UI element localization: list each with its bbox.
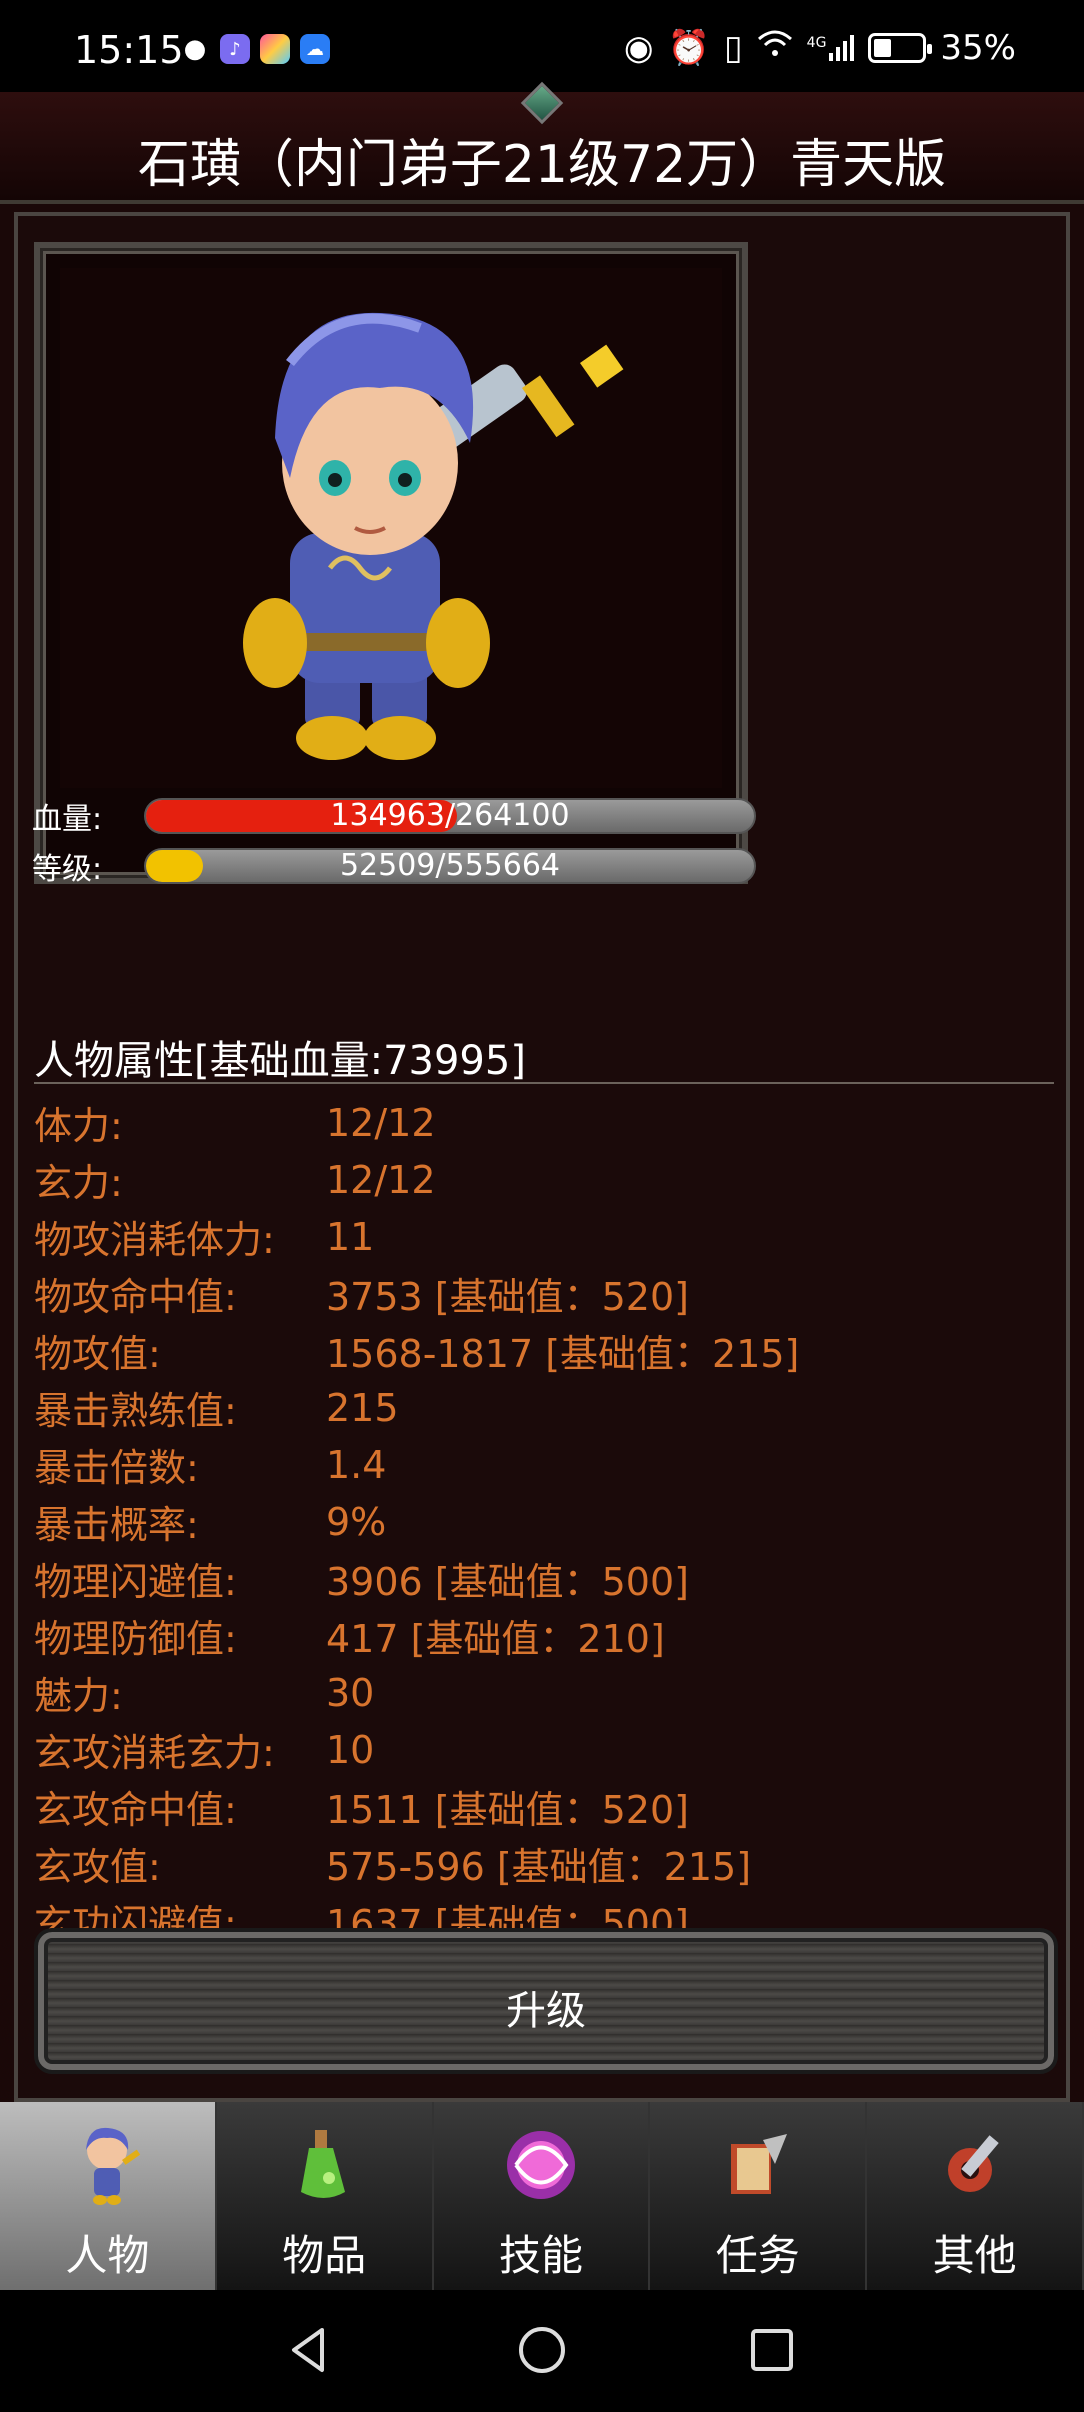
battery-percent: 35% <box>940 28 1016 68</box>
upgrade-button-label: 升级 <box>506 1988 586 2034</box>
attribute-name: 物攻值: <box>34 1332 161 1376</box>
system-navigation-bar <box>0 2290 1084 2412</box>
attribute-row: 物攻消耗体力: 11 <box>34 1208 1054 1265</box>
attribute-value: 12/12 <box>326 1157 436 1202</box>
attribute-name: 玄攻值: <box>34 1845 161 1889</box>
recents-icon[interactable] <box>742 2320 802 2380</box>
attribute-row: 玄攻消耗玄力: 10 <box>34 1721 1054 1778</box>
attribute-row: 物攻值: 1568-1817 [基础值：215] <box>34 1322 1054 1379</box>
attribute-name: 体力: <box>34 1104 123 1148</box>
tab-wrench-gear[interactable]: 其他 <box>867 2102 1084 2290</box>
attribute-row: 体力: 12/12 <box>34 1094 1054 1151</box>
attribute-name: 物理闪避值: <box>34 1560 237 1604</box>
tab-label: 任务 <box>715 2231 800 2280</box>
attribute-row: 暴击倍数: 1.4 <box>34 1436 1054 1493</box>
game-screen: 石璜（内门弟子21级72万）青天版 血量: 134963/264100 等级: … <box>0 81 1084 2102</box>
alarm-icon: ⏰ <box>667 28 710 68</box>
bottom-tab-bar: 人物 物品 技能 任务 其他 <box>0 2102 1084 2290</box>
attribute-value: 1568-1817 [基础值：215] <box>326 1332 800 1376</box>
attribute-name: 暴击熟练值: <box>34 1389 237 1433</box>
music-app-icon: ♪ <box>220 34 250 64</box>
character-panel: 血量: 134963/264100 等级: 52509/555664 人物属性[… <box>14 212 1070 2102</box>
weather-app-icon: ☁ <box>300 34 330 64</box>
home-icon[interactable] <box>512 2320 572 2380</box>
attribute-row: 物理闪避值: 3906 [基础值：500] <box>34 1550 1054 1607</box>
gallery-app-icon <box>260 34 290 64</box>
title-bar: 石璜（内门弟子21级72万）青天版 <box>0 81 1084 204</box>
status-bar: 15:15 ● ♪ ☁ ◉ ⏰ ▯ 4G 35% <box>0 0 1084 92</box>
attribute-row: 玄攻值: 575-596 [基础值：215] <box>34 1835 1054 1892</box>
notification-icons: ● ♪ ☁ <box>180 34 330 64</box>
hp-bar: 134963/264100 <box>144 798 756 834</box>
attribute-value: 11 <box>326 1214 375 1259</box>
level-bar-row: 等级: 52509/555664 <box>32 846 756 887</box>
attribute-row: 物理防御值: 417 [基础值：210] <box>34 1607 1054 1664</box>
tab-character[interactable]: 人物 <box>0 2102 217 2290</box>
attribute-name: 物理防御值: <box>34 1617 237 1661</box>
upgrade-button[interactable]: 升级 <box>34 1928 1058 2074</box>
tab-label: 技能 <box>498 2231 583 2280</box>
character-portrait <box>60 268 722 788</box>
eye-comfort-icon: ◉ <box>623 28 654 68</box>
attribute-value: 1511 [基础值：520] <box>326 1788 689 1832</box>
attribute-value: 12/12 <box>326 1100 436 1145</box>
attribute-value: 1.4 <box>326 1442 387 1487</box>
status-time: 15:15 <box>74 28 184 72</box>
exp-value: 52509/555664 <box>339 848 561 883</box>
back-icon[interactable] <box>280 2320 340 2380</box>
network-type: 4G <box>806 35 827 51</box>
attribute-value: 417 [基础值：210] <box>326 1617 665 1661</box>
tab-potion[interactable]: 物品 <box>216 2102 434 2290</box>
attributes-divider <box>34 1082 1054 1084</box>
hp-label: 血量: <box>32 802 103 837</box>
potion-icon <box>279 2120 369 2210</box>
attributes-title: 人物属性[基础血量:73995] <box>34 1038 526 1084</box>
level-label: 等级: <box>32 852 103 887</box>
hp-bar-row: 血量: 134963/264100 <box>32 796 756 837</box>
attribute-row: 玄攻命中值: 1511 [基础值：520] <box>34 1778 1054 1835</box>
attribute-name: 暴击概率: <box>34 1503 199 1547</box>
page-title: 石璜（内门弟子21级72万）青天版 <box>137 135 947 195</box>
attribute-name: 玄攻命中值: <box>34 1788 237 1832</box>
attribute-row: 玄力: 12/12 <box>34 1151 1054 1208</box>
tab-label: 物品 <box>282 2231 367 2280</box>
skill-orb-icon <box>496 2120 586 2210</box>
attribute-name: 玄攻消耗玄力: <box>34 1731 275 1775</box>
attribute-row: 暴击熟练值: 215 <box>34 1379 1054 1436</box>
battery-icon <box>868 33 933 63</box>
attribute-name: 玄力: <box>34 1161 123 1205</box>
wrench-gear-icon <box>930 2120 1020 2210</box>
character-icon <box>62 2120 152 2210</box>
quest-book-icon <box>713 2120 803 2210</box>
cellular-signal-icon: 4G <box>807 35 855 61</box>
attribute-value: 575-596 [基础值：215] <box>326 1845 752 1889</box>
tab-label: 其他 <box>932 2231 1017 2280</box>
attribute-value: 215 <box>326 1385 399 1430</box>
attribute-row: 魅力: 30 <box>34 1664 1054 1721</box>
attribute-row: 物攻命中值: 3753 [基础值：520] <box>34 1265 1054 1322</box>
wechat-icon: ● <box>183 34 207 64</box>
tab-skill-orb[interactable]: 技能 <box>433 2102 651 2290</box>
exp-bar: 52509/555664 <box>144 848 756 884</box>
attributes-list: 体力: 12/12 玄力: 12/12 物攻消耗体力: 11 物攻命中值: 3753 [基础值… <box>34 1094 1054 2006</box>
attribute-value: 3753 [基础值：520] <box>326 1275 689 1319</box>
attribute-value: 3906 [基础值：500] <box>326 1560 689 1604</box>
system-indicators: ◉ ⏰ ▯ 4G 35% <box>624 28 1016 68</box>
portrait-frame <box>34 242 748 884</box>
attribute-value: 10 <box>326 1727 375 1772</box>
attribute-name: 物攻命中值: <box>34 1275 237 1319</box>
attribute-name: 暴击倍数: <box>34 1446 199 1490</box>
attribute-row: 暴击概率: 9% <box>34 1493 1054 1550</box>
attribute-name: 魅力: <box>34 1674 123 1718</box>
attribute-name: 物攻消耗体力: <box>34 1218 275 1262</box>
tab-label: 人物 <box>65 2231 150 2280</box>
vibrate-icon: ▯ <box>723 28 743 68</box>
attribute-value: 30 <box>326 1670 375 1715</box>
hp-value: 134963/264100 <box>330 798 570 833</box>
wifi-icon <box>757 28 793 68</box>
tab-quest-book[interactable]: 任务 <box>650 2102 868 2290</box>
attribute-value: 9% <box>326 1499 387 1544</box>
